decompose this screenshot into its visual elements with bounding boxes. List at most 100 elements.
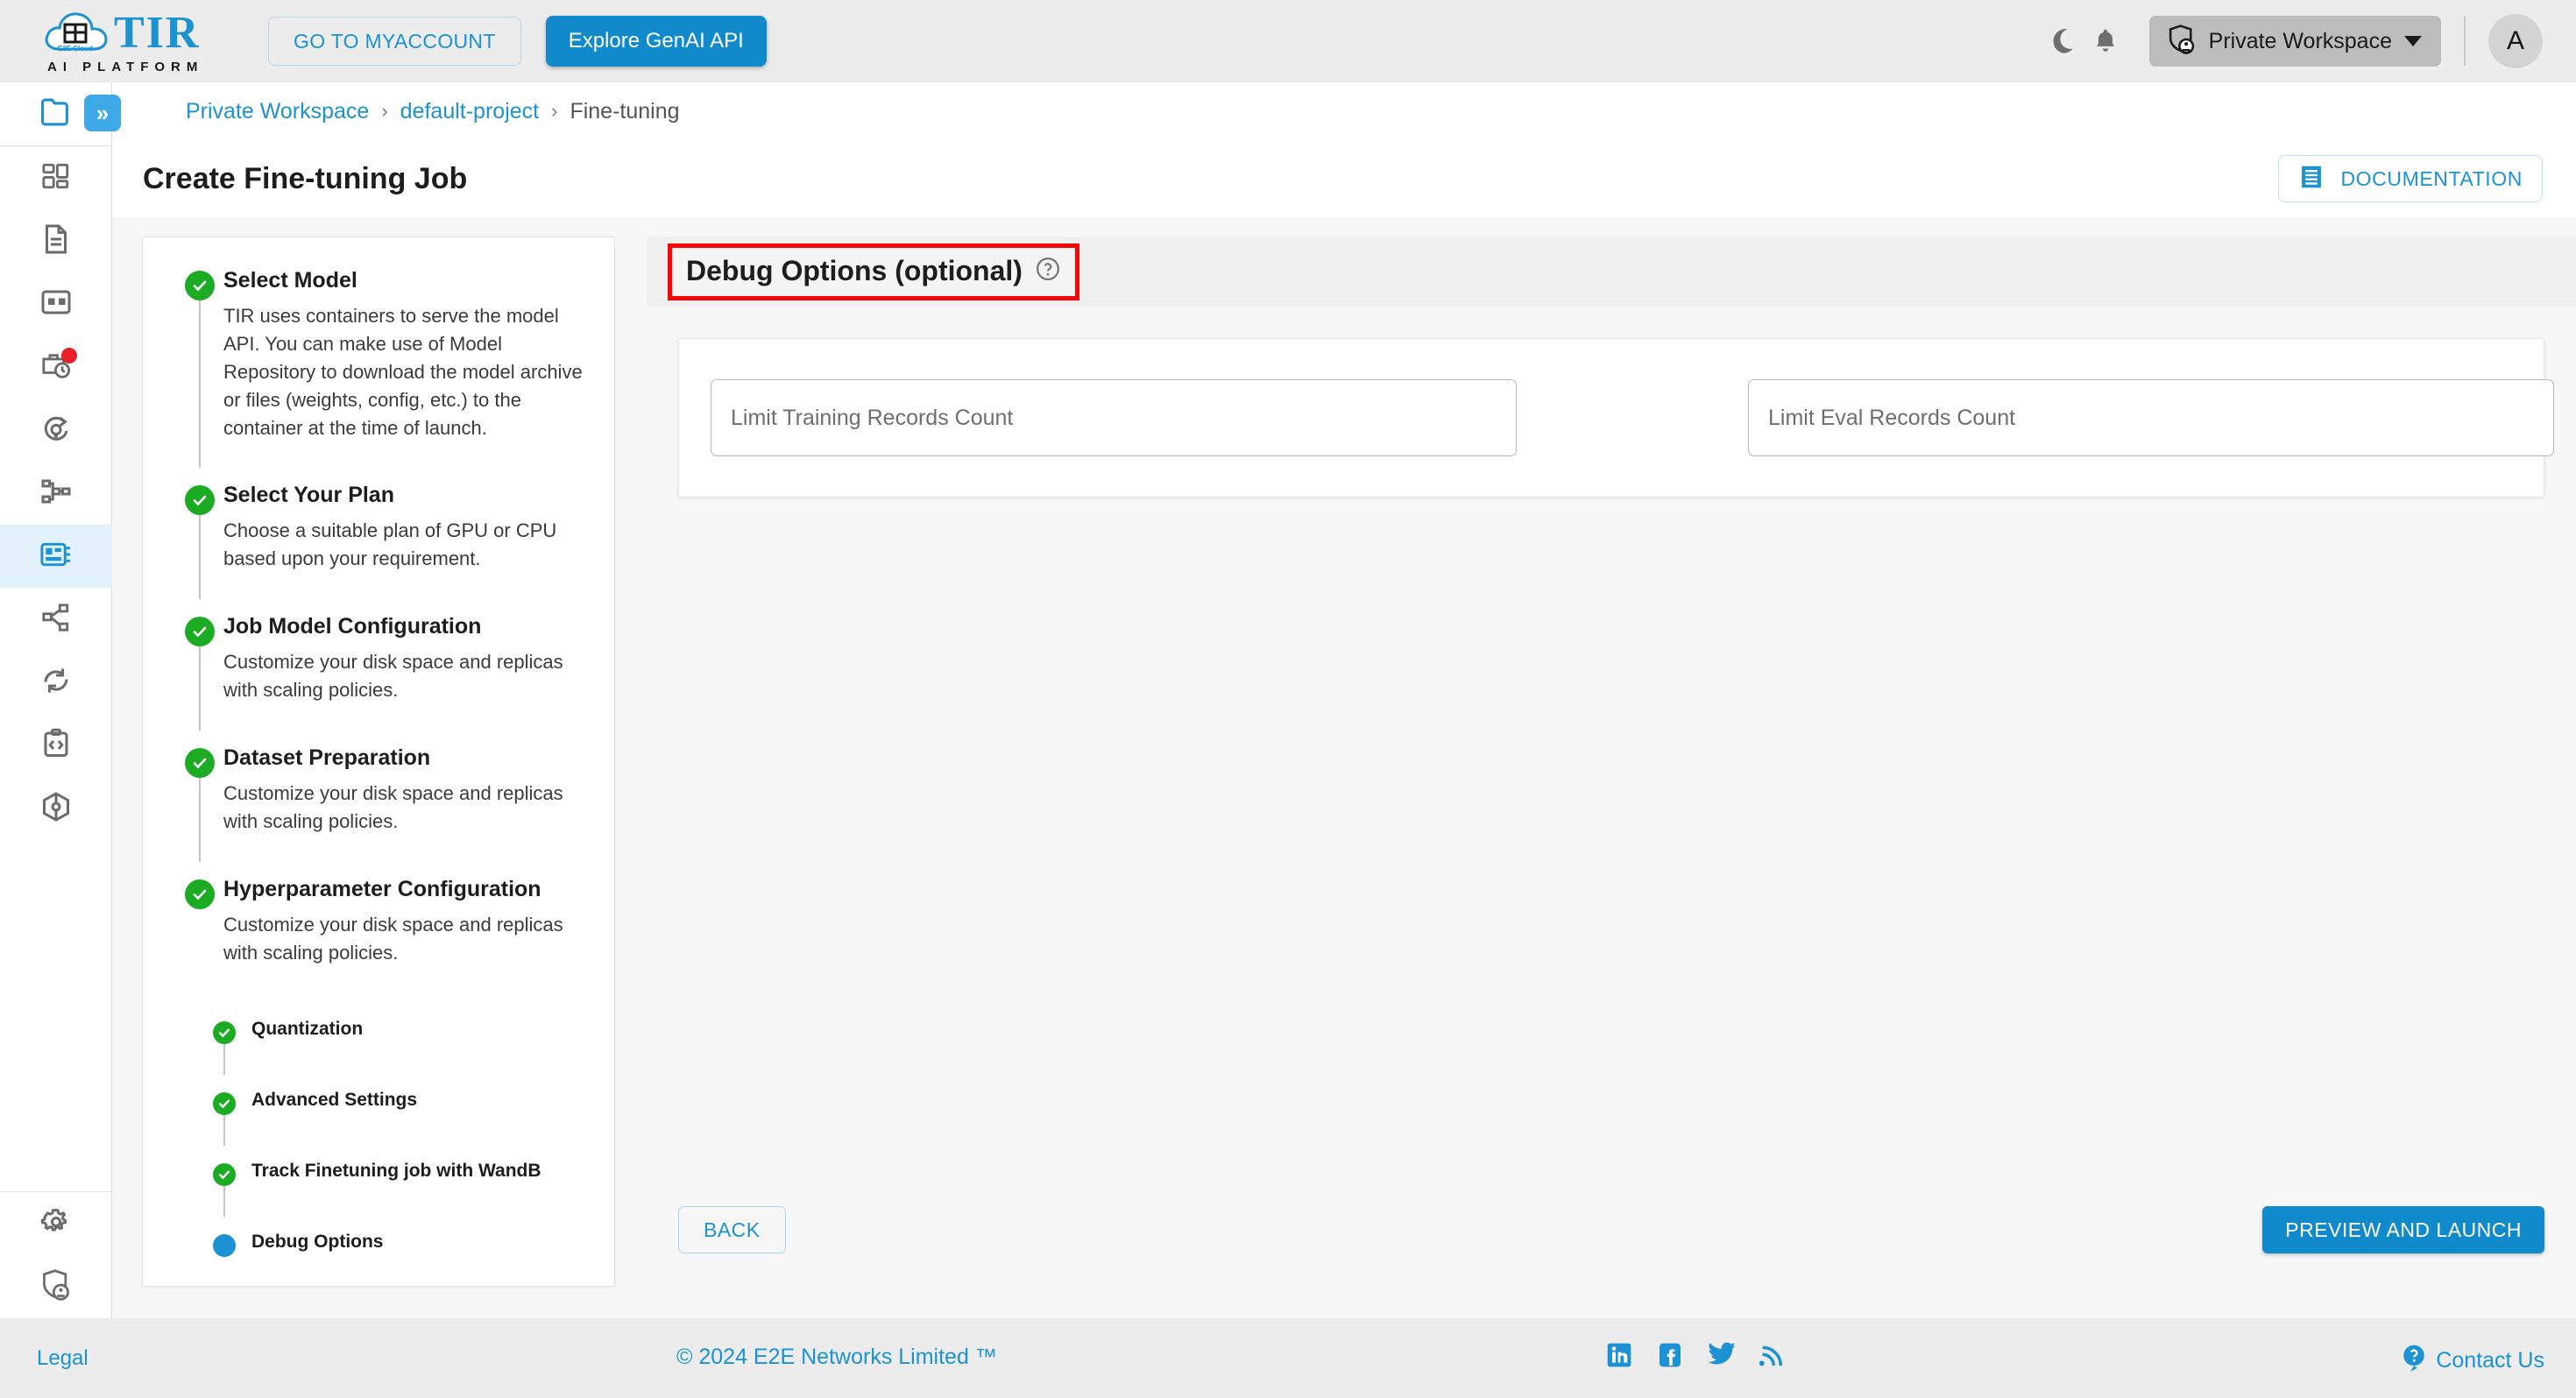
step-select-your-plan[interactable]: Select Your Plan Choose a suitable plan … — [143, 482, 614, 600]
preview-and-launch-button[interactable]: PREVIEW AND LAUNCH — [2262, 1206, 2544, 1253]
sidebar-item-code-clipboard[interactable] — [0, 714, 112, 777]
sidebar-item-documents[interactable] — [0, 209, 112, 272]
sidebar-item-fine-tuning[interactable] — [0, 525, 112, 588]
question-balloon-icon — [2401, 1343, 2427, 1379]
share-nodes-icon — [41, 603, 71, 637]
workspace-label: Private Workspace — [2208, 28, 2392, 53]
moon-icon[interactable] — [2042, 20, 2084, 62]
debug-options-card — [678, 338, 2554, 498]
sidebar-item-sync[interactable] — [0, 651, 112, 714]
check-circle-icon — [213, 1091, 236, 1115]
step-title: Dataset Preparation — [223, 745, 431, 771]
documentation-button[interactable]: DOCUMENTATION — [2278, 155, 2543, 202]
go-to-myaccount-label: GO TO MYACCOUNT — [294, 29, 496, 53]
check-circle-icon — [213, 1162, 236, 1186]
check-circle-icon — [185, 617, 215, 647]
workspace-selector[interactable]: Private Workspace — [2148, 16, 2441, 67]
step-title: Advanced Settings — [251, 1089, 418, 1110]
icon-sidebar — [0, 82, 112, 1318]
step-connector — [199, 645, 201, 731]
limit-training-records-count-field[interactable] — [711, 379, 1517, 456]
section-header: Debug Options (optional) — [647, 237, 2576, 307]
legal-link[interactable]: Legal — [37, 1346, 88, 1371]
contact-us-link[interactable]: Contact Us — [2401, 1343, 2544, 1379]
breadcrumb: Private Workspace › default-project › Fi… — [186, 99, 680, 124]
breadcrumb-item-workspace[interactable]: Private Workspace — [186, 99, 369, 124]
current-step-dot-icon — [213, 1234, 236, 1258]
step-title: Debug Options — [251, 1232, 384, 1253]
step-title: Select Model — [223, 268, 357, 293]
step-title: Quantization — [251, 1018, 364, 1039]
back-button-label: BACK — [704, 1218, 761, 1241]
facebook-icon[interactable] — [1656, 1341, 1684, 1369]
page-title: Create Fine-tuning Job — [143, 161, 468, 195]
step-advanced-settings[interactable]: Advanced Settings — [143, 1089, 614, 1146]
shield-user-icon — [2167, 24, 2197, 60]
avatar[interactable]: A — [2488, 14, 2543, 68]
folder-icon — [39, 97, 73, 131]
check-circle-icon — [185, 748, 215, 779]
sidebar-item-dashboard[interactable] — [0, 146, 112, 209]
stepper-panel: Select Model TIR uses containers to serv… — [142, 237, 615, 1288]
step-description: Customize your disk space and replicas w… — [223, 782, 563, 832]
brand-logo[interactable]: E2E Cloud TIR AI PLATFORM — [42, 9, 233, 74]
page-body: Create Fine-tuning Job DOCUMENTATION Sel… — [112, 140, 2576, 1318]
step-track-finetuning-job-with-wandb[interactable]: Track Finetuning job with WandB — [143, 1160, 614, 1218]
step-connector — [199, 299, 201, 469]
sidebar-item-pipelines[interactable] — [0, 462, 112, 525]
footer: Legal © 2024 E2E Networks Limited ™ Cont… — [0, 1318, 2576, 1398]
step-select-model[interactable]: Select Model TIR uses containers to serv… — [143, 267, 614, 469]
rss-icon[interactable] — [1759, 1341, 1786, 1369]
limit-training-records-count-input[interactable] — [711, 380, 1516, 455]
logo-row: E2E Cloud TIR — [42, 9, 200, 58]
back-button[interactable]: BACK — [678, 1206, 786, 1253]
step-connector — [199, 513, 201, 600]
page-header: Create Fine-tuning Job DOCUMENTATION — [112, 140, 2576, 217]
sync-icon — [40, 666, 72, 700]
check-circle-icon — [185, 271, 215, 300]
copyright-text: © 2024 E2E Networks Limited ™ — [676, 1345, 997, 1369]
step-connector — [223, 1183, 225, 1218]
linkedin-icon[interactable] — [1605, 1341, 1633, 1369]
sidebar-item-settings[interactable] — [0, 1192, 112, 1255]
e2e-cloud-logo-icon: E2E Cloud — [42, 9, 110, 58]
step-title: Select Your Plan — [223, 483, 394, 508]
step-dataset-preparation[interactable]: Dataset Preparation Customize your disk … — [143, 745, 614, 862]
help-circle-icon[interactable] — [1035, 256, 1061, 286]
limit-eval-records-count-field[interactable] — [1748, 379, 2554, 456]
breadcrumb-item-current: Fine-tuning — [570, 98, 680, 124]
sidebar-item-inference[interactable] — [0, 399, 112, 462]
explore-genai-api-button[interactable]: Explore GenAI API — [545, 16, 767, 67]
check-circle-icon — [185, 485, 215, 516]
sidebar-item-grid-card[interactable] — [0, 272, 112, 335]
step-quantization[interactable]: Quantization — [143, 1018, 614, 1075]
breadcrumb-item-project[interactable]: default-project — [400, 99, 539, 124]
top-bar: E2E Cloud TIR AI PLATFORM GO TO MYACCOUN… — [0, 0, 2576, 82]
bell-icon[interactable] — [2084, 20, 2127, 62]
twitter-icon[interactable] — [1707, 1341, 1737, 1369]
sidebar-item-jobs[interactable] — [0, 335, 112, 399]
step-connector — [223, 1041, 225, 1075]
step-title: Job Model Configuration — [223, 614, 482, 639]
step-debug-options[interactable]: Debug Options — [143, 1231, 614, 1258]
step-title: Hyperparameter Configuration — [223, 876, 541, 901]
step-description: Choose a suitable plan of GPU or CPU bas… — [223, 519, 557, 570]
top-bar-right: Private Workspace A — [2042, 14, 2543, 68]
grid-card-icon — [40, 288, 72, 321]
explore-genai-api-label: Explore GenAI API — [568, 29, 744, 53]
documentation-label: DOCUMENTATION — [2340, 166, 2523, 190]
main-panel: Debug Options (optional) BACK — [647, 217, 2576, 1318]
section-title: Debug Options (optional) — [686, 254, 1023, 286]
sidebar-item-access[interactable] — [0, 1255, 112, 1318]
sidebar-expand-button[interactable]: » — [84, 95, 121, 131]
step-hyperparameter-configuration[interactable]: Hyperparameter Configuration Customize y… — [143, 876, 614, 967]
go-to-myaccount-button[interactable]: GO TO MYACCOUNT — [268, 17, 521, 66]
preview-and-launch-label: PREVIEW AND LAUNCH — [2285, 1218, 2522, 1241]
step-job-model-configuration[interactable]: Job Model Configuration Customize your d… — [143, 613, 614, 731]
cube-icon — [40, 791, 72, 827]
sidebar-item-share-nodes[interactable] — [0, 588, 112, 651]
sidebar-item-cube[interactable] — [0, 777, 112, 840]
pipeline-icon — [40, 477, 72, 511]
document-icon — [42, 223, 70, 259]
limit-eval-records-count-input[interactable] — [1749, 380, 2553, 455]
